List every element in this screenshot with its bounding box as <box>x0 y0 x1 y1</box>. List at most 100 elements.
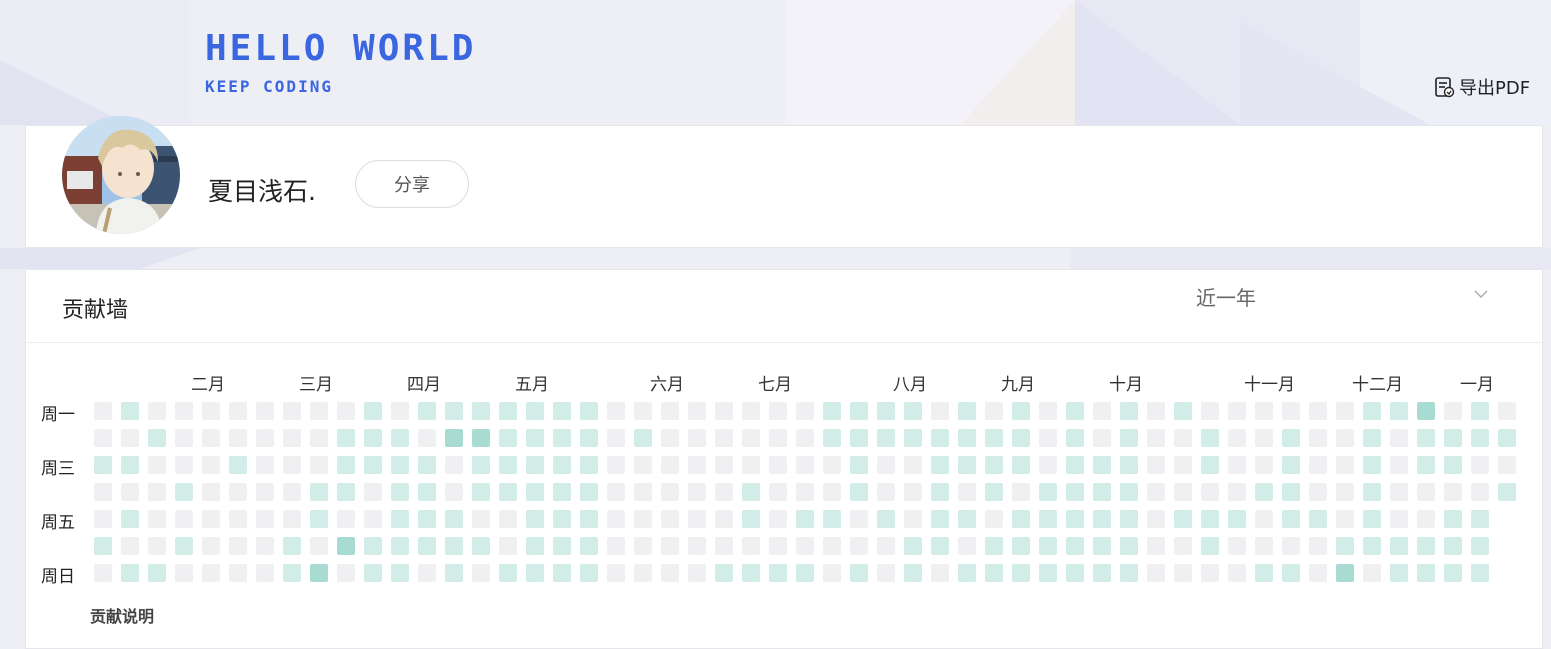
contribution-cell[interactable] <box>283 564 301 582</box>
contribution-cell[interactable] <box>499 564 517 582</box>
contribution-cell[interactable] <box>850 537 868 555</box>
contribution-cell[interactable] <box>1066 537 1084 555</box>
contribution-cell[interactable] <box>769 456 787 474</box>
contribution-cell[interactable] <box>580 537 598 555</box>
contribution-cell[interactable] <box>148 564 166 582</box>
contribution-cell[interactable] <box>256 564 274 582</box>
contribution-cell[interactable] <box>850 564 868 582</box>
contribution-cell[interactable] <box>1417 456 1435 474</box>
contribution-cell[interactable] <box>499 402 517 420</box>
contribution-cell[interactable] <box>202 510 220 528</box>
contribution-cell[interactable] <box>1228 402 1246 420</box>
contribution-cell[interactable] <box>283 429 301 447</box>
contribution-cell[interactable] <box>796 402 814 420</box>
contribution-cell[interactable] <box>1066 429 1084 447</box>
contribution-cell[interactable] <box>499 483 517 501</box>
contribution-cell[interactable] <box>1471 564 1489 582</box>
contribution-cell[interactable] <box>94 537 112 555</box>
contribution-cell[interactable] <box>1390 456 1408 474</box>
contribution-cell[interactable] <box>1093 564 1111 582</box>
contribution-cell[interactable] <box>418 564 436 582</box>
contribution-cell[interactable] <box>1147 483 1165 501</box>
contribution-cell[interactable] <box>823 510 841 528</box>
contribution-cell[interactable] <box>364 510 382 528</box>
contribution-cell[interactable] <box>1228 537 1246 555</box>
contribution-cell[interactable] <box>1336 483 1354 501</box>
contribution-cell[interactable] <box>742 483 760 501</box>
contribution-cell[interactable] <box>553 483 571 501</box>
contribution-cell[interactable] <box>175 402 193 420</box>
contribution-cell[interactable] <box>985 402 1003 420</box>
contribution-cell[interactable] <box>121 510 139 528</box>
contribution-cell[interactable] <box>229 456 247 474</box>
contribution-cell[interactable] <box>121 537 139 555</box>
contribution-cell[interactable] <box>1201 402 1219 420</box>
contribution-cell[interactable] <box>175 537 193 555</box>
contribution-cell[interactable] <box>742 537 760 555</box>
contribution-cell[interactable] <box>337 456 355 474</box>
contribution-cell[interactable] <box>742 402 760 420</box>
contribution-cell[interactable] <box>94 429 112 447</box>
contribution-cell[interactable] <box>1417 483 1435 501</box>
contribution-cell[interactable] <box>1066 564 1084 582</box>
contribution-cell[interactable] <box>1201 456 1219 474</box>
contribution-cell[interactable] <box>364 564 382 582</box>
contribution-cell[interactable] <box>823 456 841 474</box>
contribution-cell[interactable] <box>1228 510 1246 528</box>
contribution-cell[interactable] <box>94 456 112 474</box>
contribution-cell[interactable] <box>661 483 679 501</box>
contribution-cell[interactable] <box>472 483 490 501</box>
contribution-cell[interactable] <box>688 429 706 447</box>
contribution-cell[interactable] <box>1174 537 1192 555</box>
contribution-cell[interactable] <box>715 564 733 582</box>
contribution-cell[interactable] <box>661 402 679 420</box>
contribution-cell[interactable] <box>1066 456 1084 474</box>
contribution-cell[interactable] <box>580 510 598 528</box>
contribution-cell[interactable] <box>850 429 868 447</box>
contribution-cell[interactable] <box>607 456 625 474</box>
contribution-cell[interactable] <box>1336 429 1354 447</box>
contribution-cell[interactable] <box>1444 564 1462 582</box>
contribution-cell[interactable] <box>1174 564 1192 582</box>
contribution-cell[interactable] <box>634 483 652 501</box>
contribution-cell[interactable] <box>580 456 598 474</box>
contribution-cell[interactable] <box>877 456 895 474</box>
contribution-cell[interactable] <box>364 483 382 501</box>
contribution-cell[interactable] <box>688 537 706 555</box>
contribution-cell[interactable] <box>607 564 625 582</box>
contribution-cell[interactable] <box>661 456 679 474</box>
contribution-cell[interactable] <box>1120 564 1138 582</box>
contribution-cell[interactable] <box>283 402 301 420</box>
contribution-cell[interactable] <box>1039 564 1057 582</box>
contribution-cell[interactable] <box>796 483 814 501</box>
contribution-cell[interactable] <box>1471 537 1489 555</box>
contribution-cell[interactable] <box>985 564 1003 582</box>
contribution-cell[interactable] <box>94 402 112 420</box>
contribution-cell[interactable] <box>1201 483 1219 501</box>
contribution-cell[interactable] <box>391 510 409 528</box>
contribution-cell[interactable] <box>1282 429 1300 447</box>
contribution-cell[interactable] <box>283 483 301 501</box>
contribution-cell[interactable] <box>283 537 301 555</box>
contribution-cell[interactable] <box>958 510 976 528</box>
contribution-cell[interactable] <box>1255 537 1273 555</box>
contribution-cell[interactable] <box>1012 564 1030 582</box>
contribution-cell[interactable] <box>202 402 220 420</box>
contribution-cell[interactable] <box>310 456 328 474</box>
contribution-cell[interactable] <box>1093 510 1111 528</box>
contribution-cell[interactable] <box>1390 510 1408 528</box>
contribution-cell[interactable] <box>1363 483 1381 501</box>
share-button[interactable]: 分享 <box>355 160 469 208</box>
contribution-cell[interactable] <box>985 483 1003 501</box>
contribution-cell[interactable] <box>175 564 193 582</box>
contribution-cell[interactable] <box>877 564 895 582</box>
contribution-cell[interactable] <box>607 402 625 420</box>
contribution-cell[interactable] <box>1039 429 1057 447</box>
contribution-cell[interactable] <box>148 537 166 555</box>
contribution-cell[interactable] <box>1255 456 1273 474</box>
contribution-cell[interactable] <box>1012 456 1030 474</box>
contribution-cell[interactable] <box>1093 429 1111 447</box>
contribution-cell[interactable] <box>688 483 706 501</box>
contribution-cell[interactable] <box>391 564 409 582</box>
contribution-cell[interactable] <box>202 537 220 555</box>
